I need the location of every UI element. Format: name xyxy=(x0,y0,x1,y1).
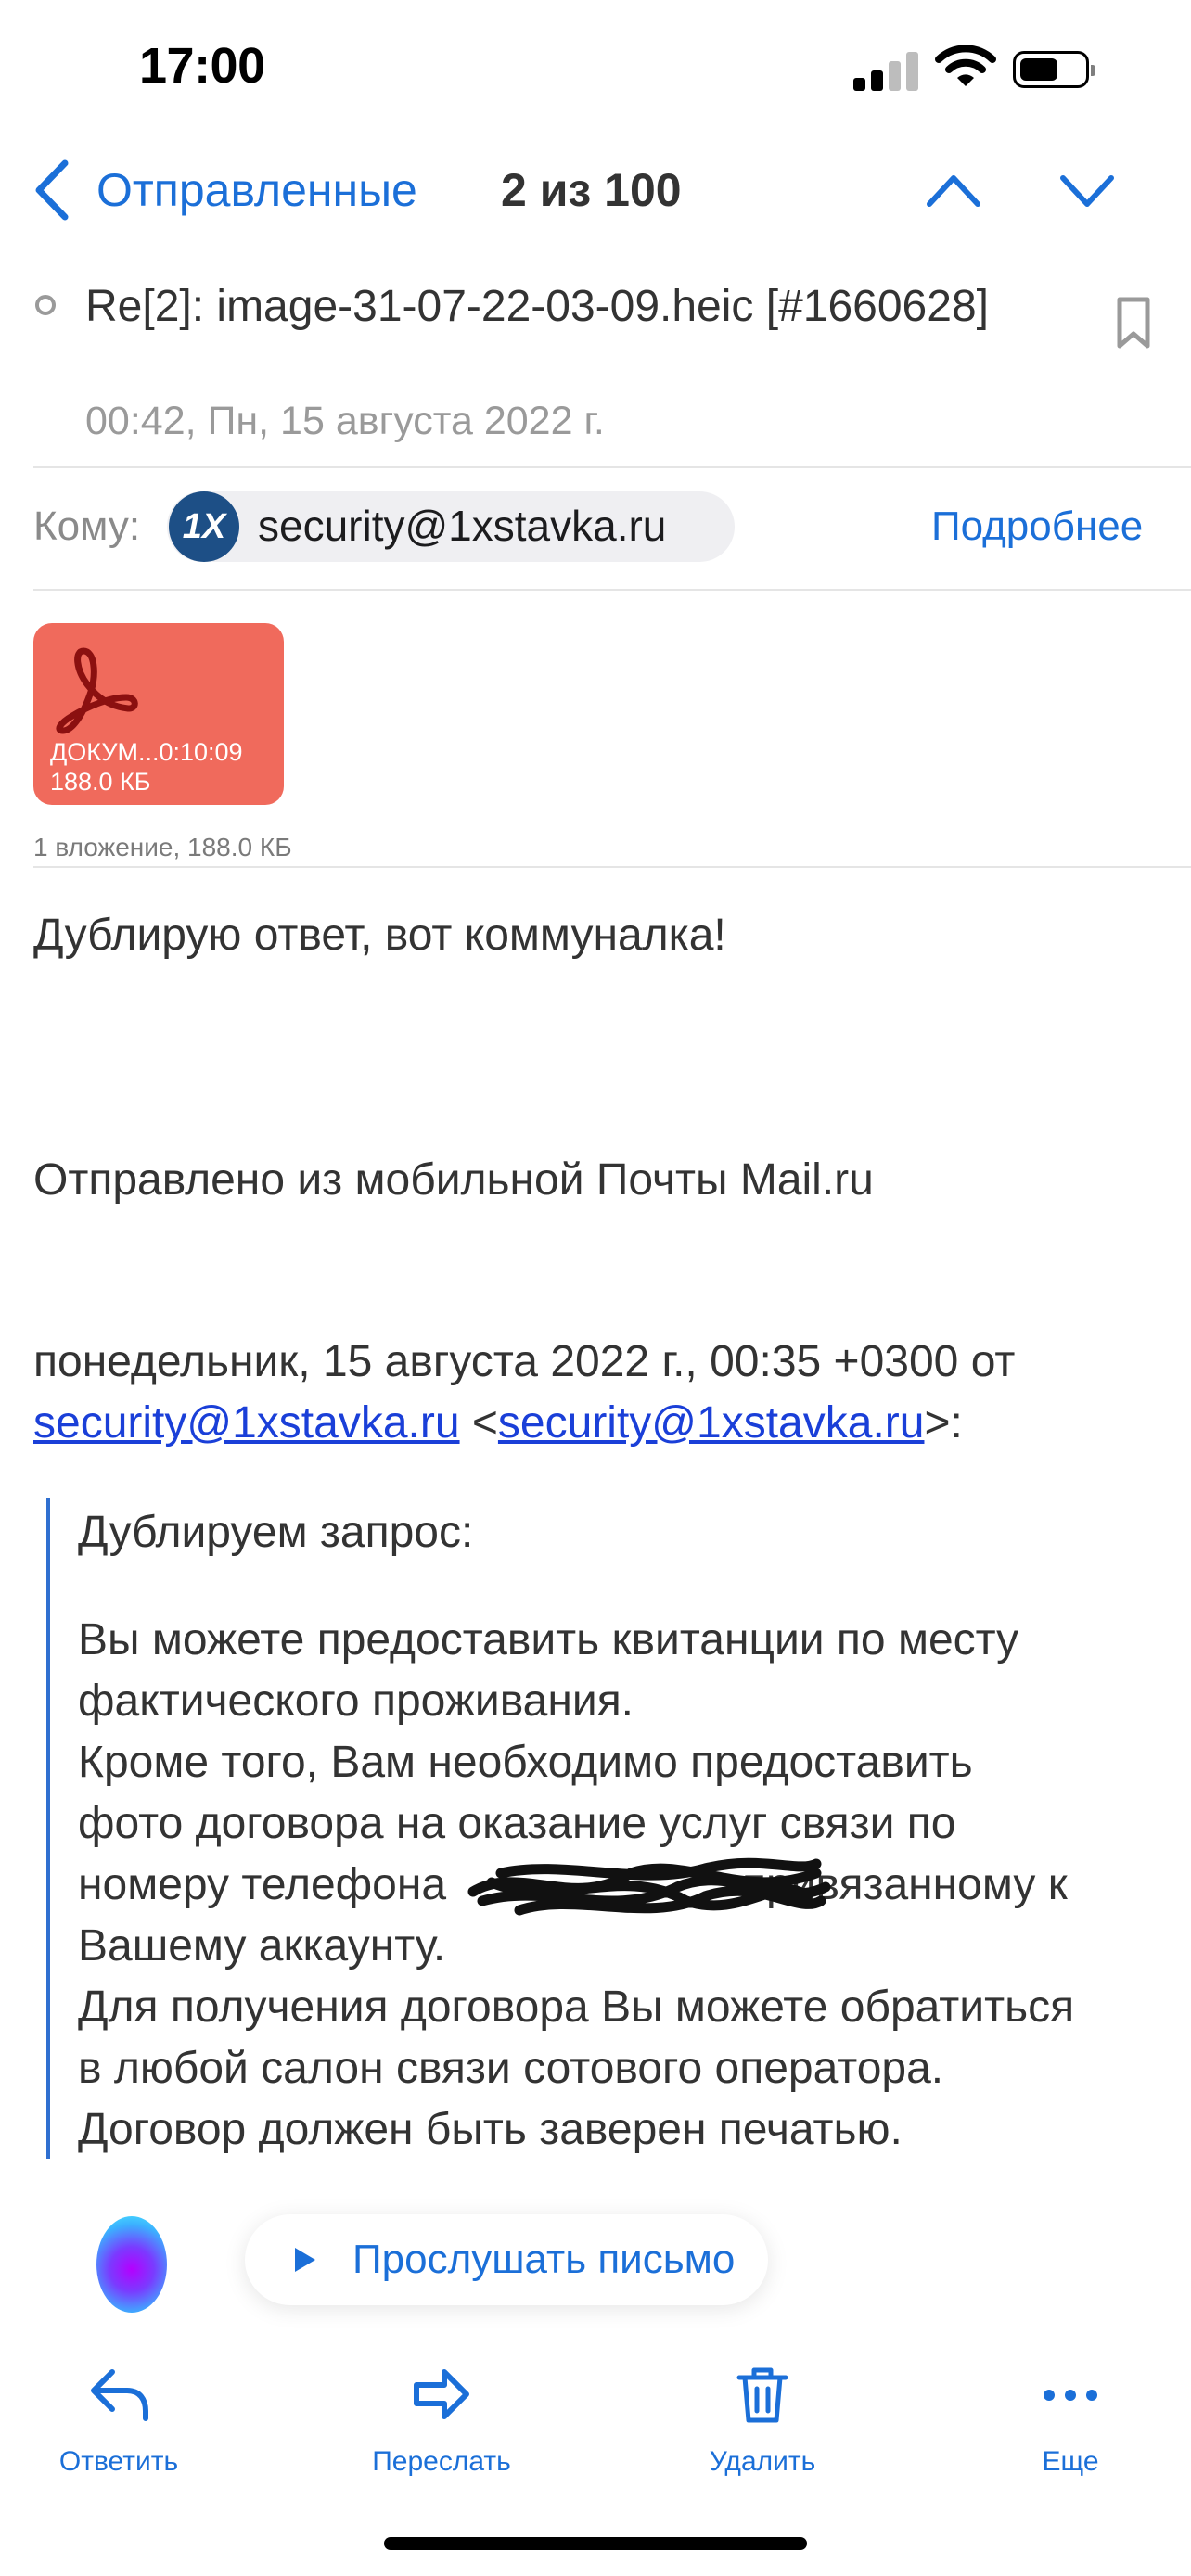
quoted-text: Договор должен быть заверен печатью. xyxy=(78,2105,903,2154)
trash-icon xyxy=(736,2367,788,2423)
reply-icon xyxy=(91,2369,148,2421)
read-status-dot[interactable] xyxy=(35,295,56,315)
forward-label: Переслать xyxy=(372,2446,511,2477)
quoted-text: Вы можете предоставить квитанции по мест… xyxy=(78,1615,1019,1664)
attachment-summary: 1 вложение, 188.0 КБ xyxy=(33,833,292,861)
listen-label: Прослушать письмо xyxy=(352,2237,736,2282)
quote-gt: >: xyxy=(924,1398,963,1447)
recipient-email[interactable]: security@1xstavka.ru xyxy=(258,501,666,551)
status-time: 17:00 xyxy=(139,38,265,94)
quote-sender-link[interactable]: security@1xstavka.ru xyxy=(33,1398,460,1447)
quote-lt: < xyxy=(459,1398,498,1447)
pdf-icon xyxy=(56,647,138,734)
listen-button[interactable]: Прослушать письмо xyxy=(245,2214,768,2305)
back-chevron-icon[interactable] xyxy=(32,158,72,223)
quoted-text: фактического проживания. xyxy=(78,1677,634,1726)
wifi-icon xyxy=(935,45,996,86)
quoted-text: Для получения договора Вы можете обратит… xyxy=(78,1983,1075,2032)
signature: Отправлено из мобильной Почты Mail.ru xyxy=(33,1155,874,1205)
play-icon xyxy=(295,2248,315,2272)
forward-icon xyxy=(414,2369,469,2419)
body-line: Дублирую ответ, вот коммуналка! xyxy=(33,911,726,960)
quote-header: понедельник, 15 августа 2022 г., 00:35 +… xyxy=(33,1337,1016,1386)
message-subject: Re[2]: image-31-07-22-03-09.heic [#16606… xyxy=(85,282,989,331)
divider xyxy=(33,589,1191,591)
quote-header-emails: security@1xstavka.ru <security@1xstavka.… xyxy=(33,1393,963,1454)
message-counter: 2 из 100 xyxy=(501,164,682,216)
voice-assistant-orb-icon[interactable] xyxy=(96,2216,167,2313)
attachment-name: ДОКУМ...0:10:09 xyxy=(50,738,243,766)
delete-button[interactable]: Удалить xyxy=(670,2363,855,2478)
more-dots-icon xyxy=(1044,2390,1097,2401)
attachment-tile[interactable]: ДОКУМ...0:10:09 188.0 КБ xyxy=(33,623,284,805)
cellular-signal-icon xyxy=(853,46,918,91)
divider xyxy=(33,866,1191,868)
reply-label: Ответить xyxy=(58,2446,179,2477)
attachment-size: 188.0 КБ xyxy=(50,768,151,796)
to-label: Кому: xyxy=(33,504,141,549)
recipient-avatar: 1X xyxy=(169,491,239,562)
battery-icon xyxy=(1013,51,1095,88)
delete-label: Удалить xyxy=(709,2446,816,2477)
quote-sender-link[interactable]: security@1xstavka.ru xyxy=(498,1398,925,1447)
quote-bar xyxy=(46,1498,50,2159)
divider xyxy=(33,466,1191,468)
quoted-text: Вашему аккаунту. xyxy=(78,1921,446,1970)
details-link[interactable]: Подробнее xyxy=(931,504,1143,550)
back-button[interactable]: Отправленные xyxy=(96,163,417,217)
bookmark-icon[interactable] xyxy=(1113,295,1154,351)
reply-button[interactable]: Ответить xyxy=(26,2363,211,2478)
quoted-text: в любой салон связи сотового оператора. xyxy=(78,2044,944,2093)
previous-message-chevron-up-icon[interactable] xyxy=(924,167,983,215)
next-message-chevron-down-icon[interactable] xyxy=(1057,167,1117,215)
more-label: Еще xyxy=(1042,2446,1099,2477)
message-date: 00:42, Пн, 15 августа 2022 г. xyxy=(85,399,605,443)
quoted-text: Кроме того, Вам необходимо предоставить xyxy=(78,1738,973,1787)
quoted-text: Дублируем запрос: xyxy=(78,1508,474,1557)
home-indicator[interactable] xyxy=(384,2537,807,2550)
more-button[interactable]: Еще xyxy=(978,2363,1163,2478)
forward-button[interactable]: Переслать xyxy=(349,2363,534,2478)
